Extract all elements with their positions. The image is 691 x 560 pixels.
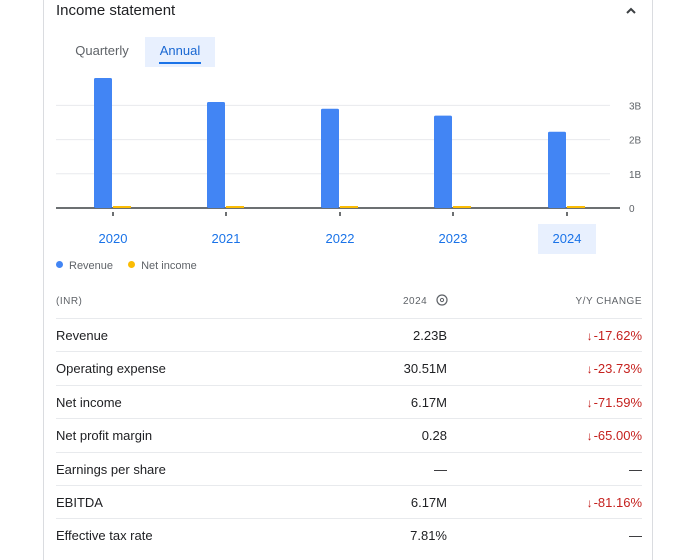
y-tick-label: 1B xyxy=(629,170,642,181)
year-label-2023[interactable]: 2023 xyxy=(424,224,482,254)
table-row: Earnings per share — — xyxy=(56,451,642,486)
net-income-bar[interactable] xyxy=(340,206,358,208)
arrow-down-icon: ↓ xyxy=(586,429,593,444)
row-value: 6.17M xyxy=(410,394,447,410)
row-change-value: — xyxy=(629,528,642,544)
arrow-down-icon: ↓ xyxy=(586,329,593,343)
y-tick-label: 0 xyxy=(629,204,635,215)
row-label: Revenue xyxy=(56,328,109,343)
revenue-dot-icon xyxy=(56,261,63,268)
legend-revenue: Revenue xyxy=(56,260,113,272)
row-change: ↓-23.73% xyxy=(587,361,642,376)
table-row: Effective tax rate 7.81% — xyxy=(56,518,642,552)
chart-legend: Revenue Net income xyxy=(56,260,209,272)
legend-revenue-label: Revenue xyxy=(69,260,114,272)
arrow-down-icon: ↓ xyxy=(586,395,593,410)
legend-net-income: Net income xyxy=(128,260,197,272)
row-change: ↓-17.62% xyxy=(587,328,642,343)
table-row: EBITDA 6.17M ↓-81.16% xyxy=(56,485,642,519)
year-column-header: 2024 xyxy=(403,296,428,307)
y-tick-label: 3B xyxy=(629,101,642,112)
row-label: Net income xyxy=(56,394,122,410)
arrow-down-icon: ↓ xyxy=(586,362,593,377)
row-change: — xyxy=(629,528,642,543)
year-label-2020[interactable]: 2020 xyxy=(84,224,142,254)
info-icon[interactable] xyxy=(436,294,448,306)
year-label-2024[interactable]: 2024 xyxy=(538,224,596,254)
table-row: Net income 6.17M ↓-71.59% xyxy=(56,384,642,419)
year-label-2021[interactable]: 2021 xyxy=(197,224,255,254)
net-income-dot-icon xyxy=(128,261,136,268)
revenue-bar[interactable] xyxy=(207,101,225,208)
row-value: 2.23B xyxy=(413,328,447,343)
row-change-value: -71.59% xyxy=(593,394,642,410)
row-change-value: -17.62% xyxy=(593,328,642,343)
row-label: EBITDA xyxy=(56,495,103,510)
revenue-bar[interactable] xyxy=(548,131,566,208)
net-income-bar[interactable] xyxy=(113,206,131,208)
row-change: ↓-65.00% xyxy=(587,428,642,443)
revenue-bar[interactable] xyxy=(321,108,339,208)
table-row: Revenue 2.23B ↓-17.62% xyxy=(56,318,642,352)
row-value: 6.17M xyxy=(410,495,447,510)
y-tick-label: 2B xyxy=(629,136,642,147)
row-value: 7.81% xyxy=(410,528,447,544)
table-row: Operating expense 30.51M ↓-23.73% xyxy=(56,351,642,385)
row-label: Net profit margin xyxy=(56,428,153,444)
row-value: 0.28 xyxy=(421,428,447,444)
net-income-bar[interactable] xyxy=(567,206,585,208)
row-change-value: — xyxy=(629,461,642,477)
net-income-bar[interactable] xyxy=(453,206,471,208)
row-label: Operating expense xyxy=(56,361,166,377)
table-row: Net profit margin 0.28 ↓-65.00% xyxy=(56,418,642,452)
table-header: (INR) 2024 Y/Y CHANGE xyxy=(56,292,642,312)
currency-label: (INR) xyxy=(56,296,83,307)
net-income-bar[interactable] xyxy=(226,206,244,208)
row-label: Effective tax rate xyxy=(56,528,153,544)
row-change-value: -65.00% xyxy=(593,428,642,444)
row-label: Earnings per share xyxy=(56,461,166,477)
legend-net-income-label: Net income xyxy=(141,260,197,272)
change-column-header: Y/Y CHANGE xyxy=(575,296,642,307)
year-label-2022[interactable]: 2022 xyxy=(311,224,369,254)
row-change: ↓-71.59% xyxy=(587,395,642,410)
row-change-value: -81.16% xyxy=(593,495,642,510)
row-change: — xyxy=(629,462,642,477)
arrow-down-icon: ↓ xyxy=(586,496,593,510)
revenue-bar[interactable] xyxy=(434,115,452,208)
row-change: ↓-81.16% xyxy=(587,495,642,510)
row-value: 30.51M xyxy=(403,361,447,377)
row-change-value: -23.73% xyxy=(593,361,642,377)
row-value: — xyxy=(434,461,447,477)
revenue-chart: 0 1B 2B 3B xyxy=(56,78,642,216)
revenue-bar[interactable] xyxy=(94,78,112,208)
